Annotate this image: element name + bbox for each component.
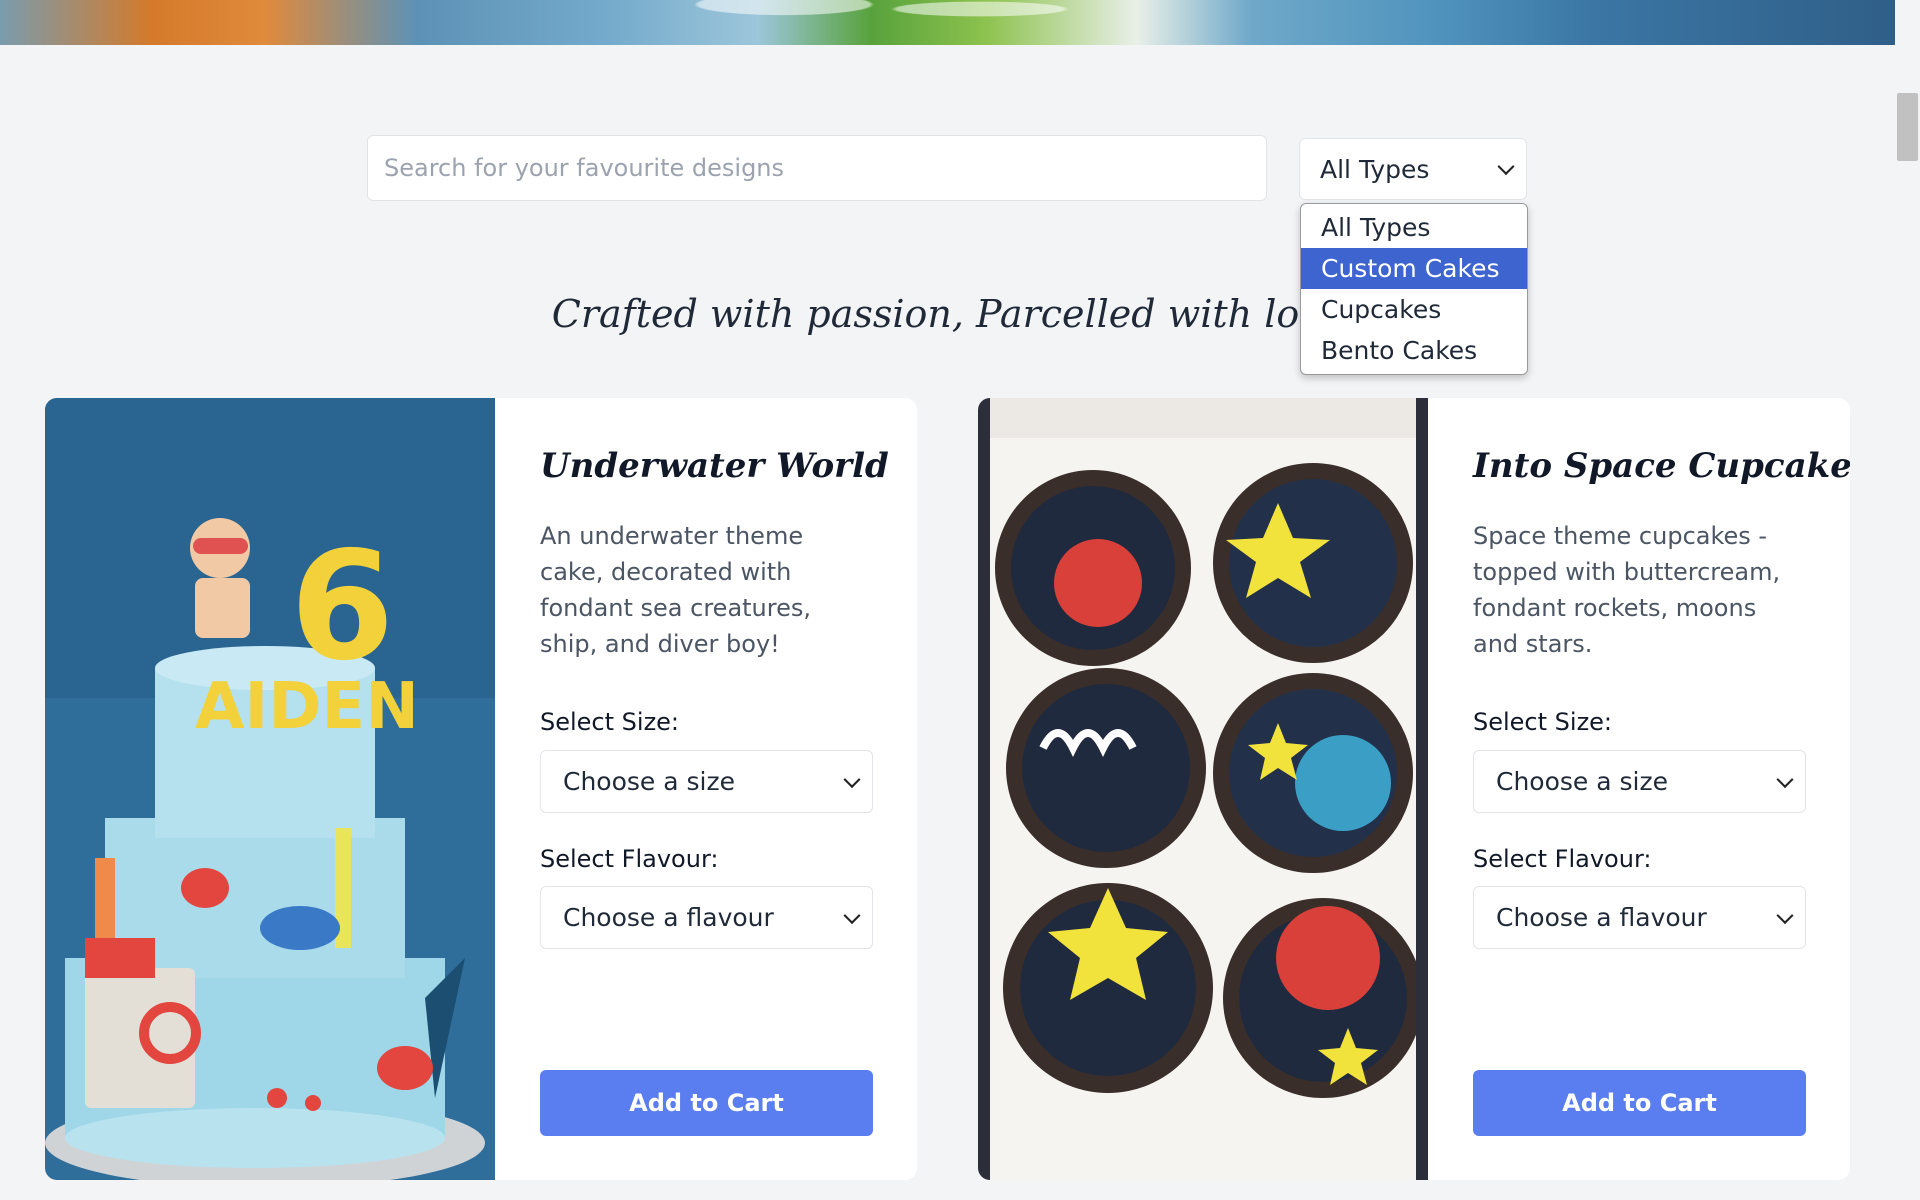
search-input[interactable] (367, 135, 1267, 201)
flavour-label: Select Flavour: (1473, 845, 1652, 873)
size-select-value: Choose a size (563, 767, 735, 796)
product-description: An underwater theme cake, decorated with… (540, 522, 812, 658)
add-to-cart-button[interactable]: Add to Cart (540, 1070, 873, 1136)
flavour-select-value: Choose a flavour (1496, 903, 1707, 932)
type-option-cupcakes[interactable]: Cupcakes (1301, 289, 1527, 330)
chevron-down-icon (843, 770, 861, 788)
size-label: Select Size: (540, 708, 680, 736)
product-card: Into Space Cupcakes Space theme cupcakes… (978, 398, 1850, 1180)
flavour-select-value: Choose a flavour (563, 903, 774, 932)
scrollbar-thumb[interactable] (1897, 93, 1918, 161)
type-option-all-types[interactable]: All Types (1301, 207, 1527, 248)
flavour-select[interactable]: Choose a flavour (540, 886, 873, 949)
type-filter-dropdown[interactable]: All Types Custom Cakes Cupcakes Bento Ca… (1300, 203, 1528, 375)
flavour-label: Select Flavour: (540, 845, 719, 873)
add-to-cart-button[interactable]: Add to Cart (1473, 1070, 1806, 1136)
scrollbar-track[interactable] (1895, 0, 1920, 1200)
size-select[interactable]: Choose a size (540, 750, 873, 813)
hero-banner-image (0, 0, 1895, 45)
type-filter-value: All Types (1320, 154, 1430, 184)
chevron-down-icon (843, 906, 861, 924)
product-description: Space theme cupcakes - topped with butte… (1473, 522, 1781, 658)
type-option-custom-cakes[interactable]: Custom Cakes (1301, 248, 1527, 289)
product-image-underwater-cake[interactable]: AIDEN 6 (45, 398, 495, 1180)
product-title: Underwater World (540, 446, 889, 486)
svg-text:6: 6 (290, 520, 394, 694)
tagline: Crafted with passion, Parcelled with lov… (551, 292, 1344, 336)
flavour-select[interactable]: Choose a flavour (1473, 886, 1806, 949)
chevron-down-icon (1776, 906, 1794, 924)
size-label: Select Size: (1473, 708, 1613, 736)
chevron-down-icon (1776, 770, 1794, 788)
size-select[interactable]: Choose a size (1473, 750, 1806, 813)
product-card: AIDEN 6 Underwater World An underwater t… (45, 398, 917, 1180)
type-option-bento-cakes[interactable]: Bento Cakes (1301, 330, 1527, 371)
product-image-space-cupcakes[interactable] (978, 398, 1428, 1180)
chevron-down-icon (1497, 158, 1515, 176)
product-title: Into Space Cupcakes (1473, 446, 1850, 486)
size-select-value: Choose a size (1496, 767, 1668, 796)
type-filter-select[interactable]: All Types (1299, 138, 1527, 200)
